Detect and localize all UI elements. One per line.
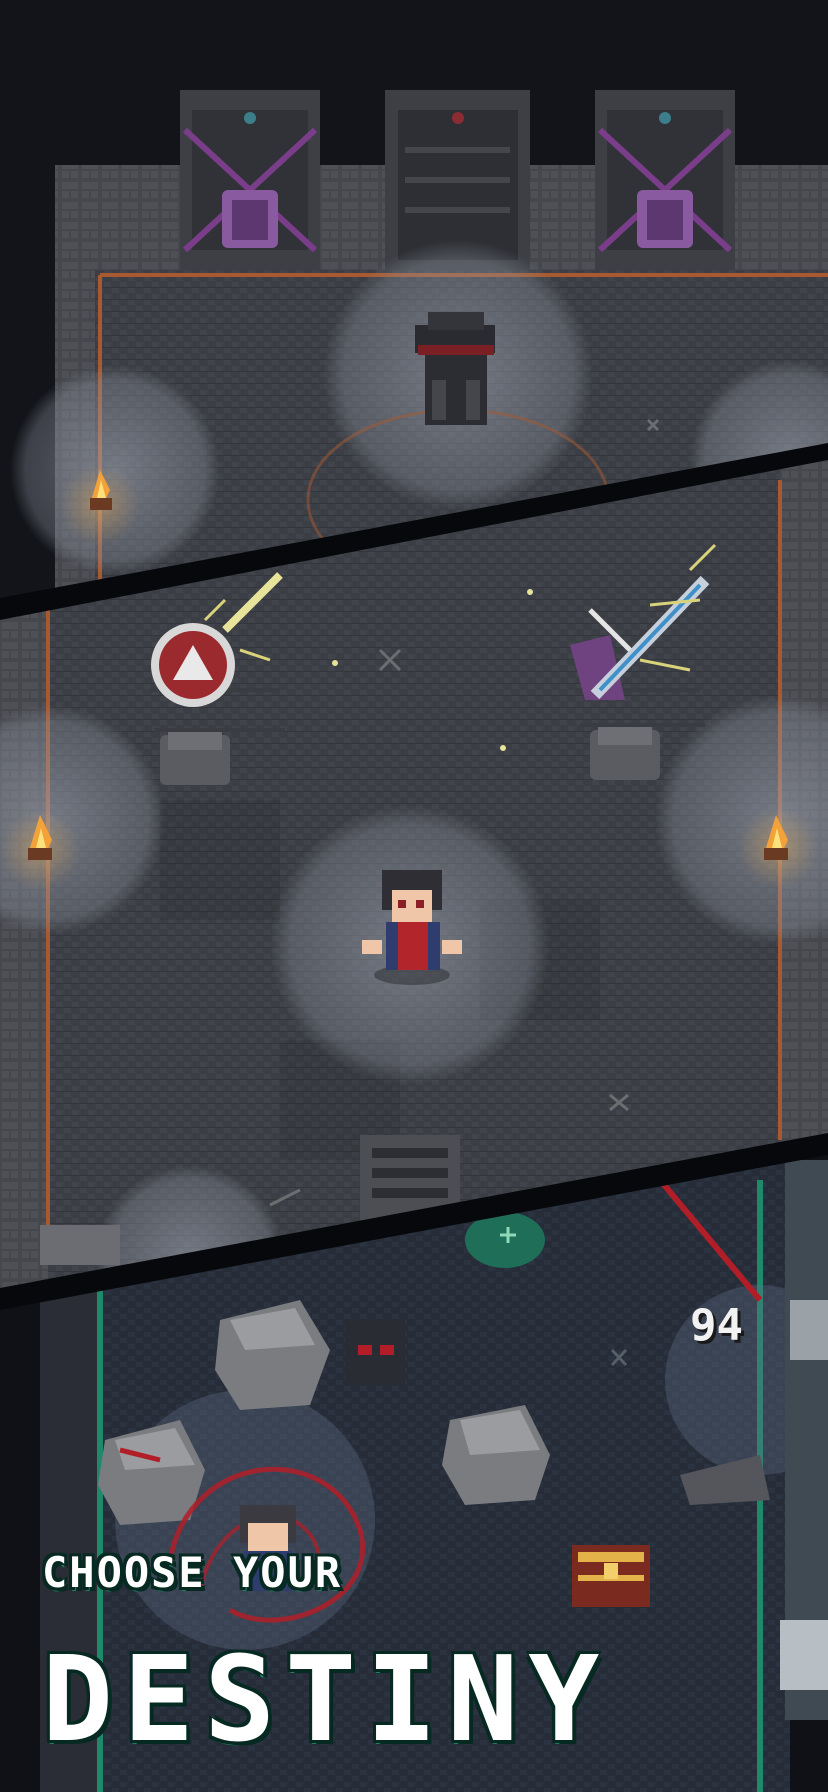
wizard-hero-icon [415,312,495,425]
torch-icon [738,808,818,888]
tagline-line1: CHOOSE YOUR [42,1548,343,1597]
treasure-chest-icon [572,1545,650,1607]
torch-icon [0,810,80,890]
promo-screenshot: 94 CHOOSE YOUR DESTINY [0,0,828,1792]
damage-number: 94 [690,1300,743,1351]
game-scene [0,0,828,1792]
locked-door-icon [180,90,320,270]
tagline-line2: DESTINY [42,1630,610,1768]
torch-icon [60,465,140,545]
locked-door-icon [595,90,735,270]
